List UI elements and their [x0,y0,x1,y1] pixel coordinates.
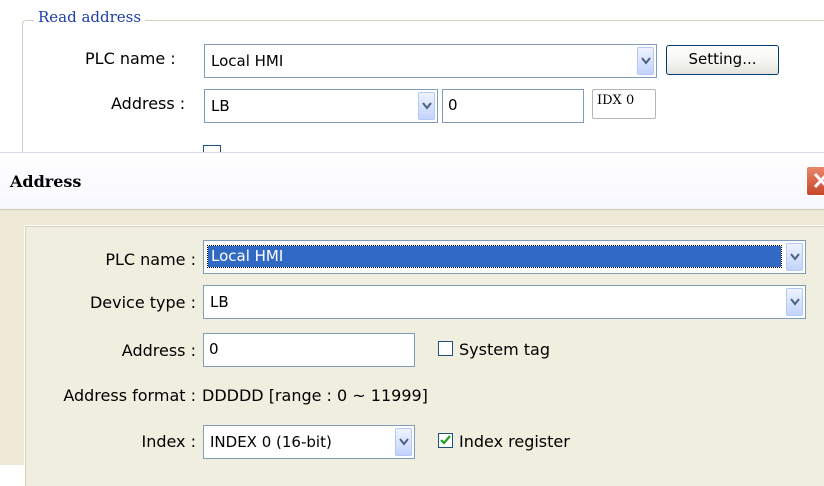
read-address-group-title: Read address [34,8,146,26]
close-icon [813,172,824,189]
checkmark-icon [440,435,451,445]
dialog-title: Address [10,172,82,191]
address-input[interactable]: 0 [203,333,415,367]
bg-plc-name-label: PLC name : [85,49,176,68]
device-type-label: Device type : [89,293,196,312]
device-type-select[interactable]: LB [203,285,806,319]
dialog-titlebar[interactable] [0,152,824,210]
plc-name-selected: Local HMI [207,245,782,268]
setting-button[interactable]: Setting... [666,45,779,75]
chevron-down-icon[interactable] [786,243,803,271]
bg-address-label: Address : [111,94,186,113]
index-register-checkbox[interactable] [438,433,453,448]
close-button[interactable] [806,166,824,196]
address-label: Address : [121,341,196,360]
bg-plc-name-value: Local HMI [211,52,284,70]
plc-name-select[interactable]: Local HMI [203,240,806,274]
system-tag-checkbox[interactable] [438,341,453,356]
chevron-down-icon[interactable] [395,428,412,456]
system-tag-label: System tag [459,340,550,359]
index-value: INDEX 0 (16-bit) [210,433,332,451]
chevron-down-icon[interactable] [786,288,803,316]
address-format-label: Address format : [63,386,196,405]
chevron-down-icon[interactable] [418,92,435,120]
chevron-down-icon[interactable] [637,47,654,75]
address-value: 0 [209,340,219,358]
bg-plc-name-select[interactable]: Local HMI [204,44,657,78]
bg-idx-display: IDX 0 [592,89,656,119]
bg-device-value: LB [211,97,230,115]
index-select[interactable]: INDEX 0 (16-bit) [203,425,415,459]
device-type-value: LB [210,293,229,311]
index-register-label: Index register [459,432,570,451]
address-format-value: DDDDD [range : 0 ~ 11999] [202,386,428,405]
plc-name-label: PLC name : [105,250,196,269]
index-label: Index : [141,432,196,451]
bg-address-value: 0 [448,96,458,114]
bg-device-select[interactable]: LB [204,89,438,123]
bg-address-input[interactable]: 0 [442,89,584,123]
